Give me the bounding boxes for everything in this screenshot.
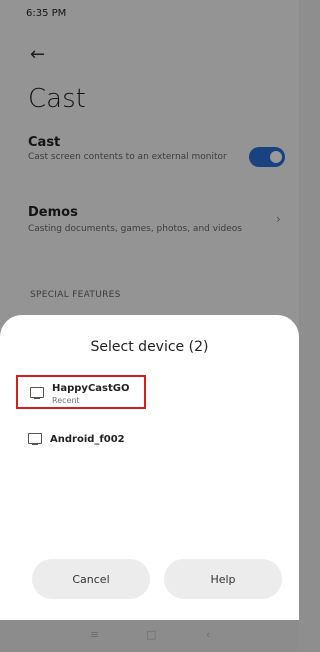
- device-name: Android_f002: [50, 434, 125, 445]
- sheet-title: Select device (2): [90, 339, 209, 355]
- cancel-button[interactable]: Cancel: [32, 559, 150, 599]
- select-device-sheet: Select device (2) HappyCastGO Recent And…: [0, 315, 299, 620]
- monitor-icon: [30, 387, 44, 400]
- device-item-happycastgo[interactable]: HappyCastGO Recent: [16, 375, 146, 409]
- device-name: HappyCastGO: [52, 383, 130, 394]
- menu-icon[interactable]: ≡: [90, 628, 99, 641]
- help-button[interactable]: Help: [164, 559, 282, 599]
- navigation-bar: ≡ □ ‹: [0, 620, 299, 652]
- device-item-android-f002[interactable]: Android_f002: [16, 423, 146, 457]
- home-icon[interactable]: □: [146, 628, 156, 641]
- back-icon[interactable]: ‹: [206, 628, 210, 641]
- monitor-icon: [28, 433, 42, 446]
- device-status: Recent: [52, 396, 80, 405]
